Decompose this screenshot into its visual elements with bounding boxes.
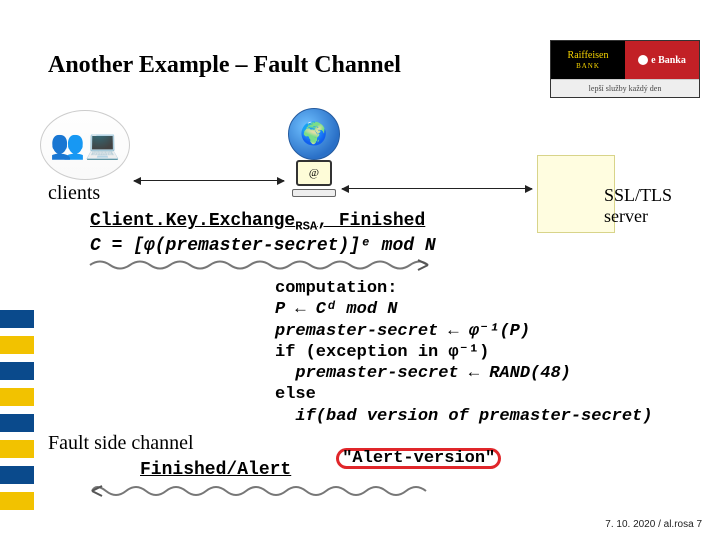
comp-l2: P ← Cᵈ mod N [275, 300, 397, 319]
arrow-exchange-to-server [88, 256, 440, 274]
clients-label: clients [48, 182, 100, 205]
pc-base-icon [292, 189, 336, 197]
users-icon: 👥💻 [50, 128, 120, 162]
raiffeisen-logo: Raiffeisen BANK e Banka lepší služby kaž… [550, 40, 700, 98]
comp-l6: else [275, 385, 316, 404]
ebanka-label: e Banka [651, 55, 686, 66]
fault-side-channel-label: Fault side channel [48, 432, 194, 455]
client-key-exchange-text: Client.Key.ExchangeRSA, Finished C = [φ(… [90, 210, 436, 257]
pc-screen-icon: @ [296, 160, 332, 186]
slide-title: Another Example – Fault Channel [48, 52, 401, 79]
slide-side-stripes [0, 310, 34, 510]
slide-footer: 7. 10. 2020 / al.rosa 7 [605, 519, 702, 530]
server-label: SSL/TLS server [604, 185, 694, 227]
logo-bank-sub: BANK [576, 62, 600, 70]
exchange-line1-sub: RSA [295, 220, 317, 234]
pc-icon: @ [290, 160, 338, 204]
globe-icon: 🌍 [288, 108, 340, 160]
arrow-alert-to-client [88, 480, 428, 502]
exchange-line1-b: , Finished [317, 211, 425, 231]
logo-tagline: lepší služby každý den [551, 79, 699, 97]
exchange-line2: C = [φ(premaster-secret)]ᵉ mod N [90, 235, 436, 258]
comp-l4: if (exception in φ⁻¹) [275, 343, 489, 362]
comp-l3: premaster-secret ← φ⁻¹(P) [275, 322, 530, 341]
computation-block: computation: P ← Cᵈ mod N premaster-secr… [275, 278, 652, 469]
comp-l1: computation: [275, 279, 397, 298]
finished-alert-label: Finished/Alert [140, 460, 291, 480]
comp-l7: if(bad version of premaster-secret) [275, 407, 652, 426]
exchange-line1: Client.Key.ExchangeRSA, Finished [90, 210, 436, 235]
alert-version-highlight: "Alert-version" [336, 448, 501, 469]
ebanka-icon [638, 55, 648, 65]
raiffeisen-bank-logo-left: Raiffeisen BANK [551, 41, 625, 79]
comp-l5: premaster-secret ← RAND(48) [275, 364, 571, 383]
logo-bank-name: Raiffeisen [568, 50, 609, 61]
arrow-pc-to-clients [134, 180, 284, 181]
arrow-server-to-pc [342, 188, 532, 189]
exchange-line1-a: Client.Key.Exchange [90, 211, 295, 231]
ebanka-logo-right: e Banka [625, 41, 699, 79]
clients-illustration: 👥💻 [40, 110, 130, 180]
